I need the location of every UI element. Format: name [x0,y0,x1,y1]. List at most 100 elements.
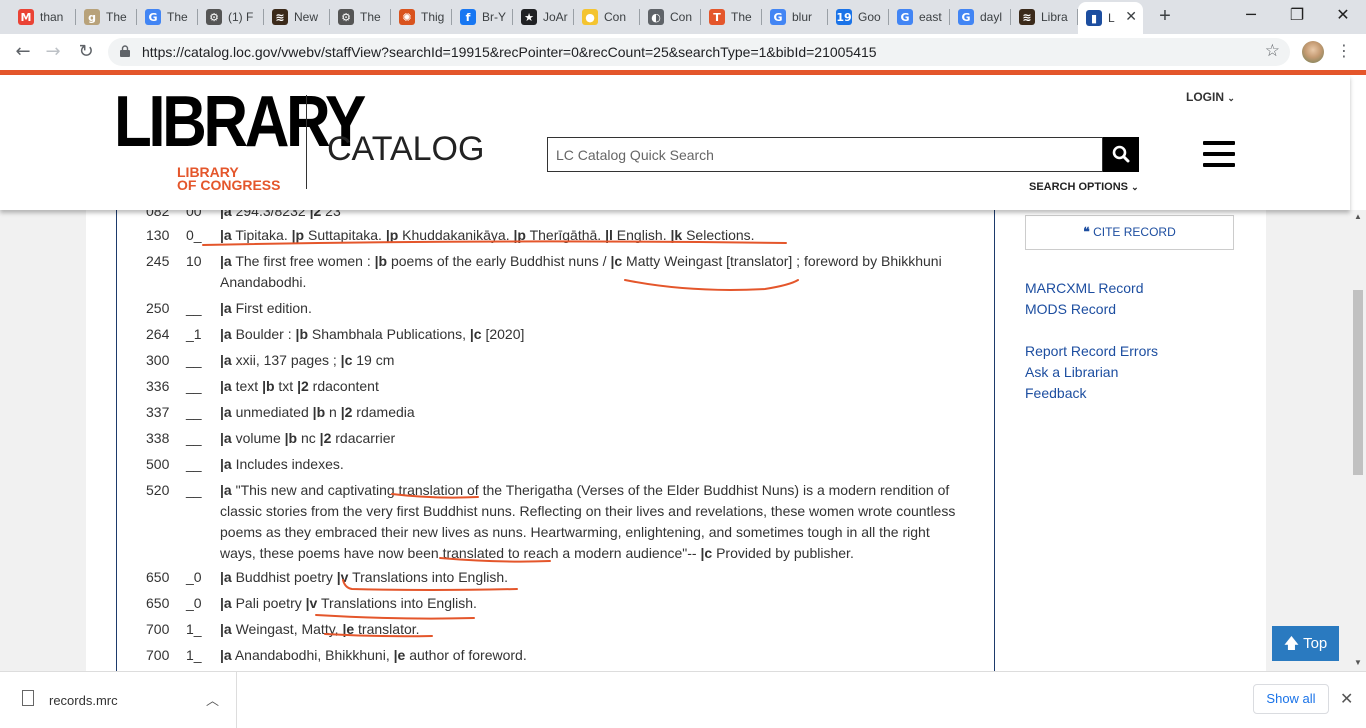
page-scrollbar[interactable]: ▲ ▼ [1350,210,1366,671]
browser-tab[interactable]: Geast [889,4,950,30]
close-window-icon[interactable]: ✕ [1320,0,1366,30]
close-tab-icon[interactable]: ✕ [1125,8,1137,25]
google-icon: G [958,9,974,25]
quote-icon: ❝ [1083,225,1090,239]
marc-field-value: |a Anandabodhi, Bhikkhuni, |e author of … [220,647,527,663]
downloads-divider [236,672,237,728]
search-button[interactable] [1103,137,1139,172]
quick-search-input[interactable] [547,137,1103,172]
browser-tab[interactable]: ● Con [574,4,640,30]
marc-field-value: |a Buddhist poetry |v Translations into … [220,569,508,585]
login-label: LOGIN [1186,90,1224,104]
marc-field-value: |a text |b txt |2 rdacontent [220,378,379,394]
browser-tab[interactable]: ✺ Thig [391,4,452,30]
right-gutter [1266,210,1350,671]
browser-tab[interactable]: f Br-Y [452,4,513,30]
scroll-down-icon[interactable]: ▼ [1354,658,1362,667]
search-options-label: SEARCH OPTIONS [1029,181,1129,193]
browser-tab[interactable]: ▮ L ✕ [1078,2,1143,34]
browser-tab[interactable]: ≋ Libra [1011,4,1078,30]
t-icon: T [709,9,725,25]
cite-record-button[interactable]: ❝ CITE RECORD [1025,215,1234,250]
tab-title: The [106,10,127,24]
close-downloads-icon[interactable]: ✕ [1340,689,1353,708]
marc-field-value: |a Weingast, Matty, |e translator. [220,621,420,637]
google-icon: G [145,9,161,25]
new-tab-button[interactable]: + [1154,4,1176,30]
tab-title: than [40,10,64,24]
library-logo[interactable]: LIBRARY [114,86,366,158]
browser-tab[interactable]: Mthan [10,4,76,30]
ask-librarian-link[interactable]: Ask a Librarian [1025,364,1118,380]
browser-tab[interactable]: ⚙ The [330,4,391,30]
site-icon: ≋ [1019,9,1035,25]
gear-icon: ⚙ [338,9,354,25]
back-icon[interactable]: ← [12,41,34,63]
chevron-up-icon[interactable]: ︿ [206,690,219,709]
scroll-up-icon[interactable]: ▲ [1354,212,1362,221]
browser-tab[interactable]: ◐ Con [640,4,701,30]
marc-field-value: |a Pali poetry |v Translations into Engl… [220,595,477,611]
browser-tab[interactable]: ≋ New [264,4,330,30]
downloads-bar: records.mrc ︿ Show all ✕ [0,671,1366,728]
feedback-link[interactable]: Feedback [1025,385,1086,401]
catalog-title[interactable]: CATALOG [327,130,484,169]
search-options-menu[interactable]: SEARCH OPTIONS ⌄ [1029,181,1139,193]
profile-avatar[interactable] [1302,41,1324,63]
marc-tag: 300 [146,352,170,368]
marc-field-value: |a The first free women : |b poems of th… [220,253,942,290]
login-menu[interactable]: LOGIN ⌄ [1186,90,1235,104]
reload-icon[interactable]: ↻ [75,41,97,63]
marc-field-value: |a "This new and captivating translation… [220,482,956,561]
gmail-icon: M [18,9,34,25]
marc-tag: 250 [146,300,170,316]
browser-tab[interactable]: Gdayl [950,4,1011,30]
marc-tag: 336 [146,378,170,394]
record-content: 082 00 |a 294.3/8232 |2 23 130 0_ |a Tipitaka… [0,210,1350,671]
marc-field-value: |a Includes indexes. [220,456,344,472]
bookmark-star-icon[interactable]: ☆ [1265,41,1280,61]
left-gutter [0,210,86,671]
show-all-downloads-button[interactable]: Show all [1253,684,1329,714]
report-errors-link[interactable]: Report Record Errors [1025,343,1158,359]
mods-record-link[interactable]: MODS Record [1025,301,1116,317]
browser-tab[interactable]: ⚙ (1) F [198,4,264,30]
star-icon: ★ [521,9,537,25]
address-bar[interactable]: https://catalog.loc.gov/vwebv/staffView?… [108,38,1290,66]
marc-tag: 245 [146,253,170,269]
download-filename[interactable]: records.mrc [49,693,118,708]
hamburger-menu-icon[interactable] [1203,141,1235,167]
arrow-up-icon: 🡅 [1283,635,1300,652]
minimize-icon[interactable]: ─ [1228,0,1274,30]
google-icon: G [897,9,913,25]
marc-field-value: |a First edition. [220,300,312,316]
goodreads-icon: g [84,9,100,25]
marc-field-value: |a 294.3/8232 |2 23 [220,210,341,219]
calendar-icon: 19 [836,9,852,25]
browser-menu-icon[interactable]: ⋮ [1336,41,1352,60]
tab-title: New [294,10,319,24]
site-header: LIBRARY LIBRARY OF CONGRESS CATALOG LOGI… [0,75,1350,210]
browser-tab[interactable]: g The [76,4,137,30]
browser-tab[interactable]: ★ JoAr [513,4,574,30]
file-icon [22,690,34,706]
url-text: https://catalog.loc.gov/vwebv/staffView?… [142,44,877,60]
forward-icon[interactable]: → [42,41,64,63]
browser-tab[interactable]: 19 Goo [828,4,889,30]
tab-title: The [167,10,188,24]
back-to-top-button[interactable]: 🡅 Top [1272,626,1339,661]
marcxml-record-link[interactable]: MARCXML Record [1025,280,1144,296]
marc-tag: 700 [146,647,170,663]
tab-title: JoAr [543,10,568,24]
scrollbar-thumb[interactable] [1353,290,1363,475]
marc-field-value: |a Tipitaka. |p Suttapitaka. |p Khuddaka… [220,227,755,243]
browser-tab[interactable]: T The [701,4,762,30]
tab-title: The [731,10,752,24]
browser-tab[interactable]: Gblur [762,4,828,30]
browser-tab[interactable]: G The [137,4,198,30]
marc-tag: 337 [146,404,170,420]
globe-icon: ◐ [648,9,664,25]
tab-title: dayl [980,10,1003,24]
restore-icon[interactable]: ❐ [1274,0,1320,30]
chevron-down-icon: ⌄ [1227,93,1235,103]
